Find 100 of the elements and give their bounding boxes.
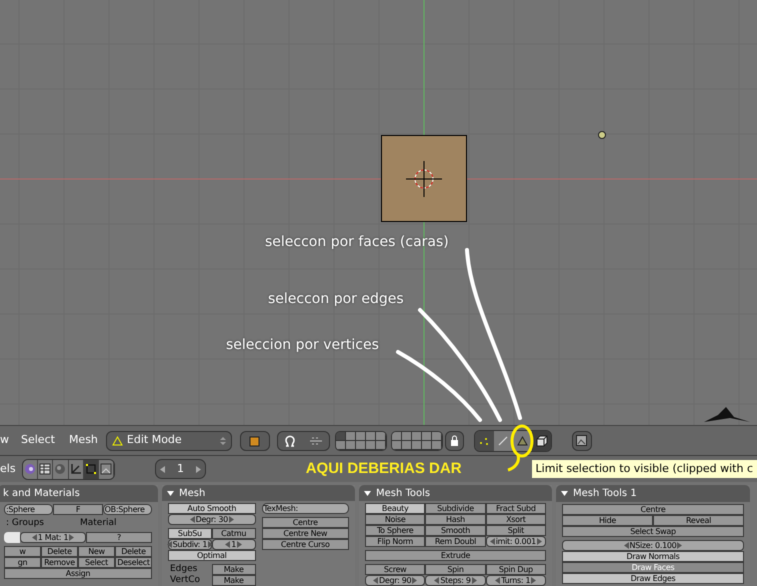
toggle-button[interactable]: Draw Normals xyxy=(562,551,744,562)
arrow-left-icon xyxy=(624,542,629,549)
number-field[interactable]: Steps: 9 xyxy=(425,575,486,586)
panel-header[interactable]: Mesh xyxy=(162,485,355,501)
layer-toggle[interactable] xyxy=(422,432,432,440)
layer-toggle[interactable] xyxy=(392,432,402,440)
panel-button[interactable]: Screw xyxy=(365,564,426,575)
panel-button[interactable]: To Sphere xyxy=(365,525,426,536)
panel-button[interactable]: Deselect xyxy=(115,557,152,568)
3d-viewport[interactable]: seleccon por faces (caras) seleccon por edges seleccion por vertices xyxy=(0,0,757,425)
frame-field[interactable]: 1 xyxy=(155,459,206,479)
panel-button[interactable]: Flip Norm xyxy=(365,536,426,547)
panel-button[interactable]: Fract Subd xyxy=(486,503,546,514)
plane-face[interactable] xyxy=(381,135,467,222)
context-tab[interactable] xyxy=(38,460,54,478)
layer-toggle[interactable] xyxy=(432,432,442,440)
text-field[interactable]: OB:Sphere xyxy=(102,504,152,515)
callout-text: AQUI DEBERIAS DAR xyxy=(306,458,462,479)
layer-buttons[interactable] xyxy=(334,430,387,450)
panel-button[interactable]: Rem Doubl xyxy=(425,536,486,547)
context-tab[interactable] xyxy=(99,460,114,478)
triangle-icon xyxy=(112,436,123,446)
number-field[interactable]: Subdiv: 1 xyxy=(168,539,212,550)
layer-toggle[interactable] xyxy=(336,432,346,440)
text-field[interactable]: :Sphere xyxy=(4,504,54,515)
color-swatch xyxy=(4,532,20,543)
number-field[interactable]: NSize: 0.100 xyxy=(562,540,744,551)
panel-button[interactable]: Reveal xyxy=(653,515,744,526)
number-field[interactable]: Turns: 1 xyxy=(486,575,546,586)
panel-button[interactable]: Hash xyxy=(425,514,486,525)
pivot-dropdown[interactable] xyxy=(276,430,330,450)
layer-toggle[interactable] xyxy=(366,432,376,440)
object-dropdown[interactable] xyxy=(240,430,270,450)
select-mode-button[interactable] xyxy=(474,430,494,450)
toggle-button[interactable]: SubSu xyxy=(168,528,212,539)
layer-toggle[interactable] xyxy=(376,432,386,440)
panel-header[interactable]: Mesh Tools 1 xyxy=(556,485,750,502)
toggle-button[interactable]: Beauty xyxy=(365,503,426,514)
number-field[interactable]: Degr: 30 xyxy=(168,514,256,525)
number-field[interactable]: 1 Mat: 1 xyxy=(20,532,86,543)
panel-button[interactable]: Remove xyxy=(41,557,78,568)
panel-button[interactable]: New xyxy=(78,546,115,557)
lamp-icon xyxy=(597,130,607,140)
lock-button[interactable] xyxy=(444,430,464,450)
panel-button[interactable]: Subdivide xyxy=(425,503,486,514)
menu-item[interactable]: w xyxy=(0,432,21,449)
menu-item[interactable]: Select xyxy=(21,432,69,449)
arrow-left-icon xyxy=(373,577,378,584)
panel-button[interactable]: Spin xyxy=(425,564,486,575)
arrow-left-icon xyxy=(190,516,195,523)
arrow-right-icon xyxy=(69,534,74,541)
panel-button[interactable]: gn xyxy=(4,557,41,568)
panel-button[interactable]: Assign xyxy=(4,568,152,579)
context-tab[interactable] xyxy=(22,460,38,478)
mode-dropdown[interactable]: Edit Mode xyxy=(106,430,232,450)
layer-toggle[interactable] xyxy=(346,432,356,440)
panel-button[interactable]: Make xyxy=(212,575,256,586)
layer-buttons[interactable] xyxy=(390,430,443,450)
panel-button[interactable]: Noise xyxy=(365,514,426,525)
panel-button[interactable]: Xsort xyxy=(486,514,546,525)
text-field[interactable]: TexMesh: xyxy=(262,503,349,514)
number-field[interactable]: imit: 0.001 xyxy=(486,536,546,547)
panel-button[interactable]: Select Swap xyxy=(562,526,744,537)
layer-toggle[interactable] xyxy=(402,432,412,440)
panel-button[interactable]: Extrude xyxy=(365,550,546,561)
panel-button[interactable]: ? xyxy=(86,532,152,543)
layer-toggle[interactable] xyxy=(392,440,402,450)
layer-toggle[interactable] xyxy=(412,432,422,440)
panel-button[interactable]: Select xyxy=(78,557,115,568)
layer-toggle[interactable] xyxy=(336,440,346,450)
panel-button[interactable]: Centre xyxy=(262,517,349,528)
toggle-button[interactable]: Draw Edges xyxy=(562,573,744,584)
panel-button[interactable]: Split xyxy=(486,525,546,536)
panel-button[interactable]: Centre Curso xyxy=(262,539,349,550)
occlude-button[interactable] xyxy=(532,430,551,450)
collapse-triangle-icon xyxy=(364,490,371,496)
panel-button[interactable]: Spin Dup xyxy=(486,564,546,575)
number-field[interactable]: Degr: 90 xyxy=(365,575,426,586)
render-button[interactable] xyxy=(572,430,592,450)
context-tab[interactable] xyxy=(84,460,100,478)
toggle-button[interactable]: Auto Smooth xyxy=(168,503,256,514)
number-field[interactable]: 1 xyxy=(212,539,256,550)
panel-button[interactable]: Make xyxy=(212,564,256,575)
layer-toggle[interactable] xyxy=(356,432,366,440)
panel-header[interactable]: k and Materials xyxy=(0,485,158,502)
panel-button[interactable]: Centre xyxy=(562,504,744,515)
arrow-left-icon xyxy=(166,541,172,548)
line-icon xyxy=(498,436,508,446)
panel-button[interactable]: Catmu xyxy=(212,528,256,539)
panel-button[interactable]: Hide xyxy=(562,515,653,526)
panel-button[interactable]: Delete xyxy=(41,546,78,557)
panel-header[interactable]: Mesh Tools xyxy=(359,485,552,501)
panel-button[interactable]: F xyxy=(53,504,103,515)
panel-button[interactable]: Delete xyxy=(115,546,152,557)
omega-icon xyxy=(284,434,296,446)
toggle-button[interactable]: Optimal xyxy=(168,550,256,561)
panel-button[interactable]: Centre New xyxy=(262,528,349,539)
panel-button[interactable]: w xyxy=(4,546,41,557)
field-label: Material xyxy=(79,518,118,529)
panel-button[interactable]: Smooth xyxy=(425,525,486,536)
